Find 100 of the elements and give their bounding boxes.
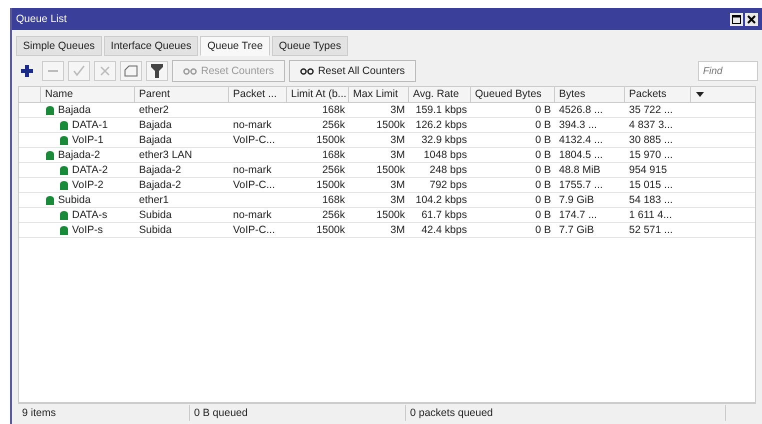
table-row[interactable]: DATA-1 Bajada no-mark 256k 1500k 126.2 kbps 0 B 394.3 ... 4 837 3...: [19, 118, 755, 133]
comment-button[interactable]: [120, 61, 142, 81]
filter-icon: [151, 64, 163, 78]
tab[interactable]: Interface Queues: [104, 36, 198, 56]
table-cell: 30 885 ...: [629, 134, 673, 146]
table-cell: ether1: [139, 194, 169, 206]
table-cell: 3M: [390, 134, 405, 146]
status-text: 0 B queued: [190, 405, 406, 421]
table-cell: DATA-2: [72, 164, 108, 176]
table-row[interactable]: DATA-2 Bajada-2 no-mark 256k 1500k 248 bps 0 B 48.8 MiB 954 915: [19, 163, 755, 178]
table-cell: 3M: [390, 179, 405, 191]
table-cell: 4 837 3...: [629, 119, 673, 131]
table-cell: Bajada: [139, 134, 172, 146]
table-cell: 792 bps: [430, 179, 467, 191]
table-cell: 3M: [390, 224, 405, 236]
search-field[interactable]: Find: [698, 61, 758, 81]
table-cell: 104.2 kbps: [416, 194, 467, 206]
tab[interactable]: Queue Types: [272, 36, 348, 56]
plus-icon: [21, 65, 33, 77]
column-header[interactable]: Bytes: [555, 87, 625, 102]
column-header[interactable]: Packets: [625, 87, 691, 102]
table-cell: 1755.7 ...: [559, 179, 603, 191]
check-icon: [73, 65, 85, 77]
table-cell: 0 B: [535, 119, 551, 131]
table-cell: no-mark: [233, 119, 272, 131]
column-header[interactable]: Avg. Rate: [409, 87, 471, 102]
table-cell: 0 B: [535, 164, 551, 176]
table-cell: 256k: [322, 209, 345, 221]
close-button[interactable]: [745, 12, 758, 26]
column-header[interactable]: Queued Bytes: [471, 87, 555, 102]
table-cell: no-mark: [233, 164, 272, 176]
table-row[interactable]: Bajada-2 ether3 LAN 168k 3M 1048 bps 0 B 1804.5 ... 15 970 ...: [19, 148, 755, 163]
note-icon: [124, 65, 138, 77]
table-cell: Bajada-2: [139, 179, 182, 191]
table-cell: 394.3 ...: [559, 119, 597, 131]
table-cell: 7.9 GiB: [559, 194, 594, 206]
table-cell: VoIP-2: [72, 179, 104, 191]
tab[interactable]: Queue Tree: [200, 36, 270, 56]
table-row[interactable]: Bajada ether2 168k 3M 159.1 kbps 0 B 4526.8 ... 35 722 ...: [19, 103, 755, 118]
table-cell: 1 611 4...: [629, 209, 672, 221]
table-cell: 54 183 ...: [629, 194, 673, 206]
status-text: 9 items: [18, 405, 190, 421]
table-cell: 61.7 kbps: [421, 209, 467, 221]
table-cell: 1500k: [316, 224, 345, 236]
table-cell: 168k: [322, 194, 345, 206]
table-cell: 4132.4 ...: [559, 134, 603, 146]
table-cell: no-mark: [233, 209, 272, 221]
table-cell: 48.8 MiB: [559, 164, 600, 176]
table-row[interactable]: VoIP-2 Bajada-2 VoIP-C... 1500k 3M 792 bps 0 B 1755.7 ... 15 015 ...: [19, 178, 755, 193]
table-cell: ether2: [139, 104, 169, 116]
column-header[interactable]: Packet ...: [229, 87, 287, 102]
maximize-icon: [732, 14, 741, 24]
table-cell: 126.2 kbps: [416, 119, 467, 131]
table-cell: Subida: [139, 224, 172, 236]
table-cell: VoIP-C...: [233, 224, 276, 236]
column-header[interactable]: Max Limit: [349, 87, 409, 102]
table-cell: 0 B: [535, 194, 551, 206]
table-cell: VoIP-1: [72, 134, 104, 146]
table-cell: 159.1 kbps: [416, 104, 467, 116]
table-cell: VoIP-C...: [233, 134, 276, 146]
column-header[interactable]: Name: [41, 87, 135, 102]
table-cell: 3M: [390, 194, 405, 206]
table-cell: Subida: [58, 194, 91, 206]
table-cell: 174.7 ...: [559, 209, 597, 221]
column-header[interactable]: Parent: [135, 87, 229, 102]
table-cell: 0 B: [535, 149, 551, 161]
table-row[interactable]: VoIP-s Subida VoIP-C... 1500k 3M 42.4 kbps 0 B 7.7 GiB 52 571 ...: [19, 223, 755, 238]
table-row[interactable]: Subida ether1 168k 3M 104.2 kbps 0 B 7.9 GiB 54 183 ...: [19, 193, 755, 208]
table-cell: 1500k: [316, 134, 345, 146]
table-cell: 0 B: [535, 224, 551, 236]
reset-all-counters-button[interactable]: Reset All Counters: [288, 60, 416, 82]
table-cell: 1500k: [376, 209, 405, 221]
filter-button[interactable]: [146, 61, 168, 81]
table-cell: 1500k: [376, 119, 405, 131]
table-row[interactable]: DATA-s Subida no-mark 256k 1500k 61.7 kbps 0 B 174.7 ... 1 611 4...: [19, 208, 755, 223]
table-cell: 4526.8 ...: [559, 104, 603, 116]
table-cell: 32.9 kbps: [421, 134, 467, 146]
column-header[interactable]: Limit At (b...: [287, 87, 349, 102]
table-cell: 3M: [390, 104, 405, 116]
table-cell: 256k: [322, 164, 345, 176]
maximize-button[interactable]: [730, 12, 743, 26]
table-row[interactable]: VoIP-1 Bajada VoIP-C... 1500k 3M 32.9 kbps 0 B 4132.4 ... 30 885 ...: [19, 133, 755, 148]
status-text: 0 packets queued: [406, 405, 726, 421]
cross-icon: [99, 65, 111, 77]
table-cell: 0 B: [535, 104, 551, 116]
table-cell: VoIP-C...: [233, 179, 276, 191]
table-cell: 256k: [322, 119, 345, 131]
rings-icon: [183, 68, 197, 74]
table-cell: 1500k: [316, 179, 345, 191]
table-cell: Subida: [139, 209, 172, 221]
table-cell: 7.7 GiB: [559, 224, 594, 236]
tab[interactable]: Simple Queues: [16, 36, 102, 56]
table-cell: 1500k: [376, 164, 405, 176]
table-cell: 168k: [322, 104, 345, 116]
table-cell: VoIP-s: [72, 224, 103, 236]
table-cell: 0 B: [535, 209, 551, 221]
table-cell: 248 bps: [430, 164, 467, 176]
dropdown-icon: [696, 92, 704, 97]
window-title: Queue List: [16, 13, 67, 25]
table-cell: DATA-1: [72, 119, 108, 131]
